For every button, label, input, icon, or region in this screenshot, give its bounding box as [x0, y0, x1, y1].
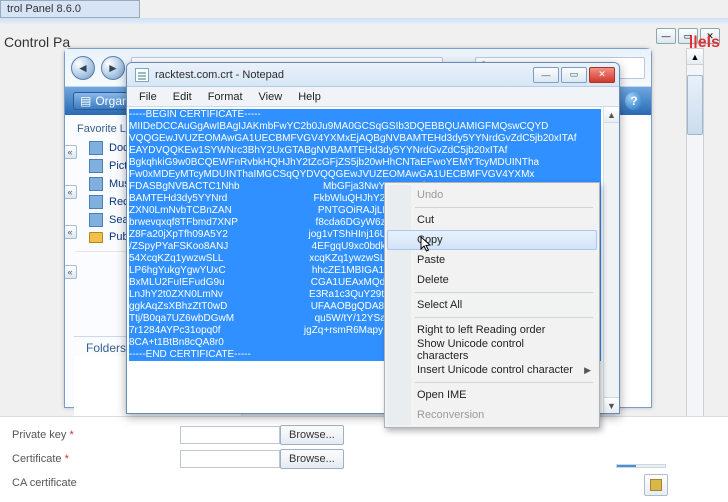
notepad-close-button[interactable]: ✕ [589, 67, 615, 83]
ctx-reconversion: Reconversion [387, 405, 597, 425]
pictures-icon [89, 159, 103, 173]
notepad-maximize-button[interactable]: ▭ [561, 67, 587, 83]
recent-icon [89, 195, 103, 209]
ca-certificate-label: CA certificate [12, 477, 172, 489]
menu-view[interactable]: View [251, 89, 291, 105]
collapse-chevron-icon[interactable]: « [65, 145, 77, 159]
ctx-cut[interactable]: Cut [387, 210, 597, 230]
notepad-minimize-button[interactable]: — [533, 67, 559, 83]
scroll-up-icon[interactable]: ▲ [687, 49, 703, 65]
scroll-down-icon[interactable]: ▼ [604, 397, 619, 413]
minimize-button[interactable]: — [656, 28, 676, 44]
shield-icon [650, 479, 662, 491]
certificate-input[interactable] [180, 450, 280, 468]
notepad-title: racktest.com.crt - Notepad [155, 69, 533, 81]
outer-bar [0, 18, 728, 24]
collapse-chevron-icon[interactable]: « [65, 225, 77, 239]
notepad-icon [135, 68, 149, 82]
ctx-copy[interactable]: Copy [387, 230, 597, 250]
ctx-insert-unicode[interactable]: Insert Unicode control character ▶ [387, 360, 597, 380]
music-icon [89, 177, 103, 191]
collapse-chevron-icon[interactable]: « [65, 265, 77, 279]
scroll-up-icon[interactable]: ▲ [604, 107, 619, 123]
certificate-upload-form: Private key * Browse... Certificate * Br… [0, 416, 728, 502]
certificate-browse-button[interactable]: Browse... [280, 449, 344, 469]
notepad-scrollbar[interactable]: ▲ ▼ [603, 107, 619, 413]
ctx-show-unicode[interactable]: Show Unicode control characters [387, 340, 597, 360]
organize-icon: ▤ [80, 94, 91, 108]
outer-window-title: trol Panel 8.6.0 [0, 0, 140, 18]
progress-indicator [616, 464, 666, 468]
menu-file[interactable]: File [131, 89, 165, 105]
ctx-delete[interactable]: Delete [387, 270, 597, 290]
nav-back-button[interactable]: ◄ [71, 56, 95, 80]
ctx-undo: Undo [387, 185, 597, 205]
menu-help[interactable]: Help [290, 89, 329, 105]
search-folder-icon [89, 213, 103, 227]
submenu-arrow-icon: ▶ [584, 365, 591, 376]
notepad-titlebar[interactable]: racktest.com.crt - Notepad — ▭ ✕ [127, 63, 619, 87]
documents-icon [89, 141, 103, 155]
ctx-rtl[interactable]: Right to left Reading order [387, 320, 597, 340]
nav-forward-button[interactable]: ► [101, 56, 125, 80]
ctx-paste[interactable]: Paste [387, 250, 597, 270]
private-key-label: Private key * [12, 429, 172, 441]
menu-format[interactable]: Format [200, 89, 251, 105]
certificate-label: Certificate * [12, 453, 172, 465]
shield-button[interactable] [644, 474, 668, 496]
control-panel-label: Control Pa [0, 34, 72, 50]
private-key-input[interactable] [180, 426, 280, 444]
collapse-chevron-icon[interactable]: « [65, 185, 77, 199]
private-key-browse-button[interactable]: Browse... [280, 425, 344, 445]
menu-edit[interactable]: Edit [165, 89, 200, 105]
ctx-select-all[interactable]: Select All [387, 295, 597, 315]
scroll-thumb[interactable] [687, 75, 703, 135]
context-menu: Undo Cut Copy Paste Delete Select All Ri… [384, 182, 600, 428]
help-button[interactable]: ? [625, 92, 643, 110]
public-folder-icon [89, 232, 103, 243]
notepad-menubar: File Edit Format View Help [127, 87, 619, 107]
ctx-open-ime[interactable]: Open IME [387, 385, 597, 405]
